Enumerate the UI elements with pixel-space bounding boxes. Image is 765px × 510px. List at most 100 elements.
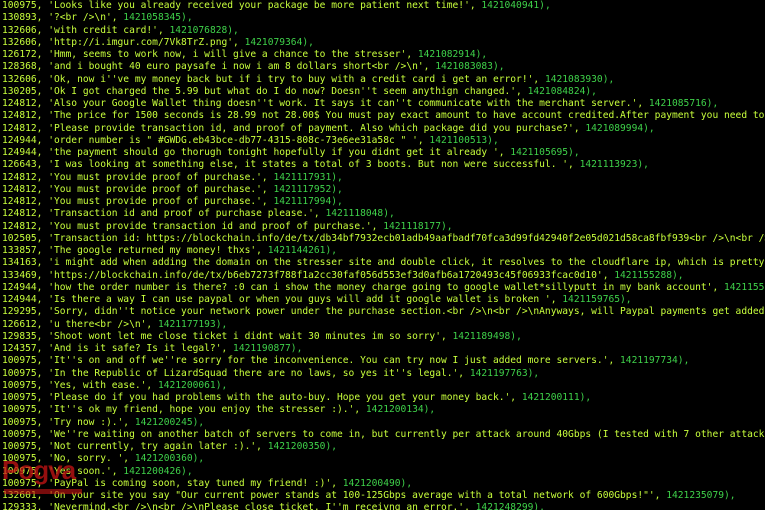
terminal-line-text: 128368, 'and i bought 40 euro paysafe i … bbox=[2, 61, 436, 73]
terminal-line-timestamp: 1421100513), bbox=[429, 134, 499, 146]
terminal-line: 124812, 'You must provide proof of purch… bbox=[0, 184, 765, 196]
terminal-line: 100975, 'In the Republic of LizardSquad … bbox=[0, 368, 765, 380]
terminal-line-timestamp: 1421118177), bbox=[383, 220, 453, 232]
terminal-line-timestamp: 1421197763), bbox=[469, 367, 540, 379]
terminal-line: 126612, 'u there<br />\n', 1421177193), bbox=[0, 319, 765, 331]
terminal-line: 124944, 'order number is " #GWDG.eb43bce… bbox=[0, 135, 765, 147]
terminal-line-text: 133469, 'https://blockchain.info/de/tx/b… bbox=[2, 269, 615, 281]
terminal-line-timestamp: 1421076828), bbox=[169, 24, 239, 36]
terminal-output: 100975, 'Looks like you already received… bbox=[0, 0, 765, 510]
terminal-line-timestamp: 1421117952), bbox=[273, 183, 343, 195]
terminal-line-timestamp: 1421113923), bbox=[579, 159, 649, 171]
terminal-line-timestamp: 1421200111), bbox=[521, 392, 592, 403]
terminal-line: 132601, 'On your site you say "Our curre… bbox=[0, 490, 765, 502]
terminal-line: 133857, 'The google returned my money! t… bbox=[0, 245, 765, 257]
terminal-line: 132606, 'Ok, now i''ve my money back but… bbox=[0, 74, 765, 86]
terminal-line-timestamp: 1421200350), bbox=[267, 441, 338, 452]
terminal-line: 124812, 'Also your Google Wallet thing d… bbox=[0, 98, 765, 110]
terminal-line-text: 102505, 'Transaction id: https://blockch… bbox=[2, 232, 765, 244]
terminal-line: 100975, 'Please do if you had problems w… bbox=[0, 392, 765, 404]
terminal-line-timestamp: 1421155288), bbox=[614, 269, 684, 281]
terminal-line-text: 129295, 'Sorry, didn''t notice your netw… bbox=[2, 306, 765, 318]
terminal-line-text: 130893, '?<br />\n', bbox=[2, 12, 124, 24]
terminal-line: 129333, 'Nevermind.<br />\n<br />\nPleas… bbox=[0, 502, 765, 510]
terminal-line-text: 124812, 'You must provide proof of purch… bbox=[2, 196, 274, 207]
terminal-line-timestamp: 1421117931), bbox=[273, 171, 343, 183]
terminal-line-text: 134163, 'i might add when adding the dom… bbox=[2, 257, 765, 269]
terminal-line-timestamp: 1421189498), bbox=[452, 330, 522, 342]
terminal-line: 124357, 'And is it safe? Is it legal?', … bbox=[0, 343, 765, 355]
terminal-line-text: 100975, 'PayPal is coming soon, stay tun… bbox=[2, 477, 343, 489]
terminal-line-timestamp: 1421197734), bbox=[620, 355, 690, 367]
terminal-line: 100975, 'We''re waiting on another batch… bbox=[0, 429, 765, 441]
terminal-line-timestamp: 1421117994), bbox=[273, 196, 343, 207]
terminal-line-timestamp: 1421083930), bbox=[544, 73, 615, 85]
terminal-line: 128368, 'and i bought 40 euro paysafe i … bbox=[0, 61, 765, 73]
terminal-line: 124812, 'Transaction id and proof of pur… bbox=[0, 208, 765, 220]
terminal-line: 100975, 'No, sorry. ', 1421200360), bbox=[0, 453, 765, 465]
terminal-line-timestamp: 1421200490), bbox=[342, 477, 413, 489]
terminal-line: 100975, 'PayPal is coming soon, stay tun… bbox=[0, 478, 765, 490]
terminal-line: 124944, 'the payment should go thorugh t… bbox=[0, 147, 765, 159]
terminal-line-text: 100975, 'It''s ok my friend, hope you en… bbox=[2, 404, 366, 416]
terminal-line-text: 124944, 'order number is " #GWDG.eb43bce… bbox=[2, 134, 430, 146]
terminal-line: 126172, 'Hmm, seems to work now, i will … bbox=[0, 49, 765, 61]
terminal-line-text: 124944, 'the payment should go thorugh t… bbox=[2, 147, 511, 158]
terminal-line-text: 100975, 'Looks like you already received… bbox=[2, 0, 482, 11]
terminal-line-text: 124812, 'The price for 1500 seconds is 2… bbox=[2, 110, 765, 122]
terminal-line: 124812, 'You must provide transaction id… bbox=[0, 221, 765, 233]
terminal-line-text: 124812, 'Also your Google Wallet thing d… bbox=[2, 98, 649, 109]
terminal-line: 100975, 'Not currently, try again later … bbox=[0, 441, 765, 453]
terminal-line: 132606, 'http://i.imgur.com/7Vk8TrZ.png'… bbox=[0, 37, 765, 49]
terminal-line: 100975, 'Yes soon.', 1421200426), bbox=[0, 466, 765, 478]
terminal-line: 100975, 'Looks like you already received… bbox=[0, 0, 765, 12]
terminal-line-timestamp: 1421200360), bbox=[134, 453, 205, 465]
terminal-line: 124812, 'The price for 1500 seconds is 2… bbox=[0, 110, 765, 122]
terminal-line-timestamp: 1421144261), bbox=[267, 245, 338, 256]
terminal-line-timestamp: 1421058345), bbox=[123, 12, 193, 24]
terminal-line: 134163, 'i might add when adding the dom… bbox=[0, 257, 765, 269]
terminal-line-text: 100975, 'No, sorry. ', bbox=[2, 453, 135, 465]
terminal-line-text: 124812, 'You must provide proof of purch… bbox=[2, 183, 274, 195]
terminal-line-timestamp: 1421177193), bbox=[157, 318, 228, 330]
terminal-line: 102505, 'Transaction id: https://blockch… bbox=[0, 233, 765, 245]
terminal-line-text: 100975, 'Try now :).', bbox=[2, 416, 135, 428]
terminal-line-text: 100975, 'Yes, with ease.', bbox=[2, 379, 158, 391]
terminal-line-text: 130205, 'Ok I got charged the 5.99 but w… bbox=[2, 85, 528, 97]
terminal-line-timestamp: 1421089994), bbox=[585, 122, 655, 134]
terminal-line: 130205, 'Ok I got charged the 5.99 but w… bbox=[0, 86, 765, 98]
terminal-line-timestamp: 142115555 bbox=[724, 281, 765, 293]
terminal-line: 100975, 'It''s ok my friend, hope you en… bbox=[0, 404, 765, 416]
terminal-window: 100975, 'Looks like you already received… bbox=[0, 0, 765, 510]
terminal-line-text: 129835, 'Shoot wont let me close ticket … bbox=[2, 330, 453, 342]
terminal-line-text: 100975, 'It''s on and off we''re sorry f… bbox=[2, 355, 621, 367]
terminal-line-text: 124812, 'Transaction id and proof of pur… bbox=[2, 208, 326, 220]
terminal-line-text: 124944, 'Is there a way I can use paypal… bbox=[2, 294, 563, 305]
terminal-line-timestamp: 1421200061), bbox=[157, 379, 228, 391]
terminal-line-timestamp: 1421118048), bbox=[325, 208, 395, 220]
terminal-line-text: 126643, 'I was looking at something else… bbox=[2, 159, 580, 171]
terminal-line-timestamp: 1421085716), bbox=[648, 98, 719, 109]
terminal-line-timestamp: 1421079364), bbox=[244, 36, 314, 48]
terminal-line-timestamp: 1421040941), bbox=[481, 0, 551, 11]
terminal-line-text: 100975, 'Please do if you had problems w… bbox=[2, 392, 522, 403]
terminal-line: 129295, 'Sorry, didn''t notice your netw… bbox=[0, 306, 765, 318]
terminal-line-text: 100975, 'We''re waiting on another batch… bbox=[2, 428, 765, 440]
terminal-line: 124812, 'Please provide transaction id, … bbox=[0, 123, 765, 135]
terminal-line: 132606, 'with credit card!', 1421076828)… bbox=[0, 25, 765, 37]
terminal-line-text: 124812, 'You must provide proof of purch… bbox=[2, 171, 274, 183]
terminal-line: 124944, 'Is there a way I can use paypal… bbox=[0, 294, 765, 306]
terminal-line-timestamp: 1421105695), bbox=[510, 147, 580, 158]
terminal-line-text: 126172, 'Hmm, seems to work now, i will … bbox=[2, 49, 418, 60]
terminal-line: 100975, 'Yes, with ease.', 1421200061), bbox=[0, 380, 765, 392]
terminal-line: 130893, '?<br />\n', 1421058345), bbox=[0, 12, 765, 24]
terminal-line-text: 124944, 'how the order number is there? … bbox=[2, 281, 724, 293]
terminal-line-text: 132606, 'Ok, now i''ve my money back but… bbox=[2, 73, 545, 85]
terminal-line: 124812, 'You must provide proof of purch… bbox=[0, 196, 765, 208]
terminal-line-text: 124812, 'You must provide transaction id… bbox=[2, 220, 384, 232]
terminal-line-text: 100975, 'In the Republic of LizardSquad … bbox=[2, 367, 470, 379]
terminal-line-text: 132606, 'with credit card!', bbox=[2, 24, 170, 36]
terminal-line-timestamp: 1421200245), bbox=[134, 416, 205, 428]
terminal-line-text: 132601, 'On your site you say "Our curre… bbox=[2, 490, 667, 501]
terminal-line: 126643, 'I was looking at something else… bbox=[0, 159, 765, 171]
